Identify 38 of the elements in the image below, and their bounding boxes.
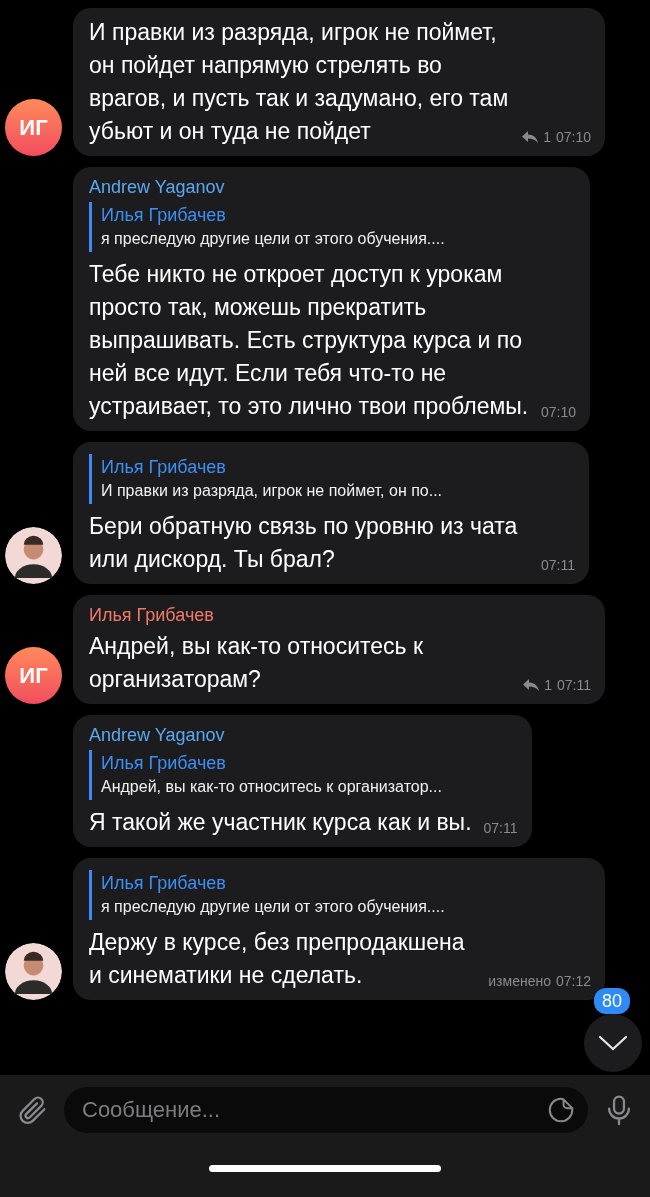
message-text: Я такой же участник курса как и вы. bbox=[89, 808, 472, 837]
reply-icon bbox=[523, 679, 540, 691]
reply-text: я преследую другие цели от этого обучения.... bbox=[101, 897, 446, 917]
reply-quote[interactable]: Илья Грибачев я преследую другие цели от этого обучения.... bbox=[89, 870, 591, 920]
reply-author: Илья Грибачев bbox=[101, 456, 227, 479]
message-text: Бери обратную связь по уровню из чата или дискорд. Ты брал? bbox=[89, 512, 519, 574]
edited-label: изменено bbox=[488, 972, 551, 990]
message-text: И правки из разряда, игрок не поймет, он пойдет напрямую стрелять во врагов, и пусть так и задумано, его там убьют и он туда не пойдет bbox=[89, 18, 510, 146]
message-text: Держу в курсе, без препродакшена и синематики не сделать. bbox=[89, 928, 466, 990]
reply-author: Илья Грибачев bbox=[101, 752, 227, 775]
reply-text: И правки из разряда, игрок не поймет, он по... bbox=[101, 481, 444, 501]
avatar[interactable] bbox=[5, 943, 62, 1000]
message-time: 07:12 bbox=[555, 972, 591, 990]
message-time: 07:11 bbox=[483, 819, 518, 837]
sender-name: Andrew Yaganov bbox=[89, 725, 226, 746]
reply-count: 1 bbox=[543, 128, 551, 146]
reply-quote[interactable]: Илья Грибачев я преследую другие цели от этого обучения.... bbox=[89, 202, 577, 252]
sender-name: Andrew Yaganov bbox=[89, 177, 226, 198]
message-time: 07:10 bbox=[555, 128, 591, 146]
unread-count: 80 bbox=[594, 988, 631, 1014]
reply-text: Андрей, вы как-то относитесь к организатор... bbox=[101, 777, 443, 797]
chevron-down-icon bbox=[598, 1035, 628, 1051]
sticker-icon[interactable] bbox=[546, 1095, 576, 1125]
message-text: Андрей, вы как-то относитесь к организаторам? bbox=[89, 632, 425, 694]
reply-author: Илья Грибачев bbox=[101, 872, 227, 895]
avatar[interactable] bbox=[5, 527, 62, 584]
reply-quote[interactable]: Илья Грибачев Андрей, вы как-то относитесь к организатор... bbox=[89, 750, 518, 800]
reply-icon bbox=[522, 131, 539, 143]
message-time: 07:10 bbox=[541, 403, 577, 421]
reply-author: Илья Грибачев bbox=[101, 204, 227, 227]
reply-count: 1 bbox=[544, 676, 552, 694]
reply-quote[interactable]: Илья Грибачев И правки из разряда, игрок не поймет, он по... bbox=[89, 454, 575, 504]
reply-text: я преследую другие цели от этого обучения.... bbox=[101, 229, 446, 249]
sender-name: Илья Грибачев bbox=[89, 605, 215, 626]
message-time: 07:11 bbox=[541, 556, 575, 574]
message-time: 07:11 bbox=[557, 676, 591, 694]
message-text: Тебе никто не откроет доступ к урокам просто так, можешь прекратить выпрашивать. Есть структура курса и по ней все идут. Если тебя что-то не устраивает, то это лично твои проблемы. bbox=[89, 260, 529, 421]
message-field[interactable]: Сообщение... bbox=[64, 1087, 588, 1133]
